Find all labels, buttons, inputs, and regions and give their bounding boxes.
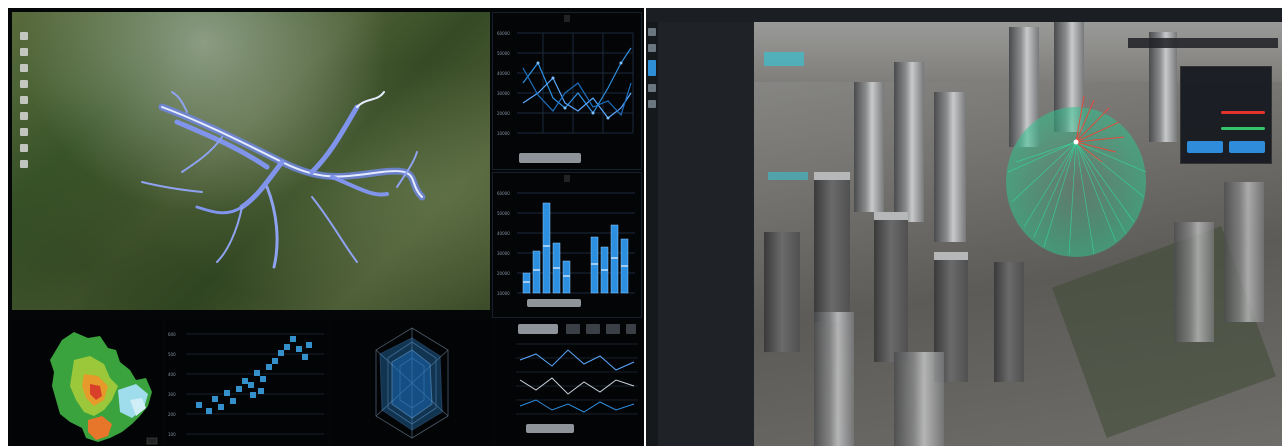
visible-color-swatch[interactable] bbox=[1221, 111, 1265, 114]
data-table-chart bbox=[516, 324, 638, 433]
svg-text:50000: 50000 bbox=[497, 211, 510, 216]
region-heatmap-panel bbox=[12, 320, 162, 446]
svg-text:10000: 10000 bbox=[497, 291, 510, 296]
draw-icon[interactable] bbox=[20, 128, 28, 136]
left-dashboard: 60000 50000 40000 30000 20000 10000 6000… bbox=[8, 8, 644, 446]
svg-text:30000: 30000 bbox=[497, 91, 510, 96]
bar-chart: 60000 50000 40000 30000 20000 10000 bbox=[497, 191, 635, 296]
scene-toolbar bbox=[1128, 38, 1278, 48]
tools-icon[interactable] bbox=[648, 84, 656, 92]
start-analysis-button[interactable] bbox=[1187, 141, 1223, 153]
svg-text:400: 400 bbox=[168, 372, 176, 377]
svg-text:60000: 60000 bbox=[497, 31, 510, 36]
svg-text:50000: 50000 bbox=[497, 51, 510, 56]
home-icon[interactable] bbox=[648, 28, 656, 36]
clear-analysis-button[interactable] bbox=[1229, 141, 1265, 153]
rotate-icon[interactable] bbox=[20, 64, 28, 72]
camera-icon[interactable] bbox=[20, 144, 28, 152]
3d-scene-viewport[interactable] bbox=[754, 22, 1282, 446]
svg-text:200: 200 bbox=[168, 412, 176, 417]
bar-chart-panel: 60000 50000 40000 30000 20000 10000 bbox=[492, 172, 642, 318]
svg-text:20000: 20000 bbox=[497, 111, 510, 116]
satellite-map[interactable] bbox=[12, 12, 490, 310]
svg-text:100: 100 bbox=[168, 432, 176, 437]
river-network bbox=[141, 91, 426, 269]
analysis-icon[interactable] bbox=[648, 60, 656, 76]
measure-icon[interactable] bbox=[20, 112, 28, 120]
pan-icon[interactable] bbox=[20, 96, 28, 104]
line-chart-title bbox=[493, 15, 641, 22]
line-chart-panel: 60000 50000 40000 30000 20000 10000 bbox=[492, 12, 642, 170]
layer-tree-panel bbox=[658, 22, 754, 446]
scatter-chart: 600 500 400 300 200 100 bbox=[168, 332, 324, 437]
svg-text:20000: 20000 bbox=[497, 271, 510, 276]
svg-text:10000: 10000 bbox=[497, 131, 510, 136]
scatter-chart-panel: 600 500 400 300 200 100 bbox=[166, 320, 328, 446]
bar-chart-range-bar[interactable] bbox=[527, 299, 581, 307]
hidden-color-swatch[interactable] bbox=[1221, 127, 1265, 130]
svg-text:500: 500 bbox=[168, 352, 176, 357]
svg-text:60000: 60000 bbox=[497, 191, 510, 196]
svg-text:40000: 40000 bbox=[497, 231, 510, 236]
sidebar-icon-strip bbox=[646, 22, 658, 446]
svg-text:30000: 30000 bbox=[497, 251, 510, 256]
bar bbox=[542, 202, 551, 294]
zoom-in-icon[interactable] bbox=[20, 32, 28, 40]
svg-text:600: 600 bbox=[168, 332, 176, 337]
viewshed-settings-panel bbox=[1180, 66, 1272, 164]
radar-chart bbox=[375, 327, 449, 439]
title-bar bbox=[646, 8, 1282, 22]
region-heatmap bbox=[50, 332, 158, 445]
bar bbox=[532, 250, 541, 294]
svg-text:300: 300 bbox=[168, 392, 176, 397]
data-table-panel bbox=[496, 320, 640, 446]
zoom-out-icon[interactable] bbox=[20, 48, 28, 56]
line-chart: 60000 50000 40000 30000 20000 10000 bbox=[497, 31, 634, 136]
layers-icon[interactable] bbox=[20, 80, 28, 88]
radar-chart-panel bbox=[332, 320, 492, 446]
home-icon[interactable] bbox=[20, 160, 28, 168]
line-chart-range-bar[interactable] bbox=[519, 153, 581, 163]
svg-text:40000: 40000 bbox=[497, 71, 510, 76]
layers-icon[interactable] bbox=[648, 44, 656, 52]
3d-city-app bbox=[646, 8, 1282, 446]
settings-icon[interactable] bbox=[648, 100, 656, 108]
